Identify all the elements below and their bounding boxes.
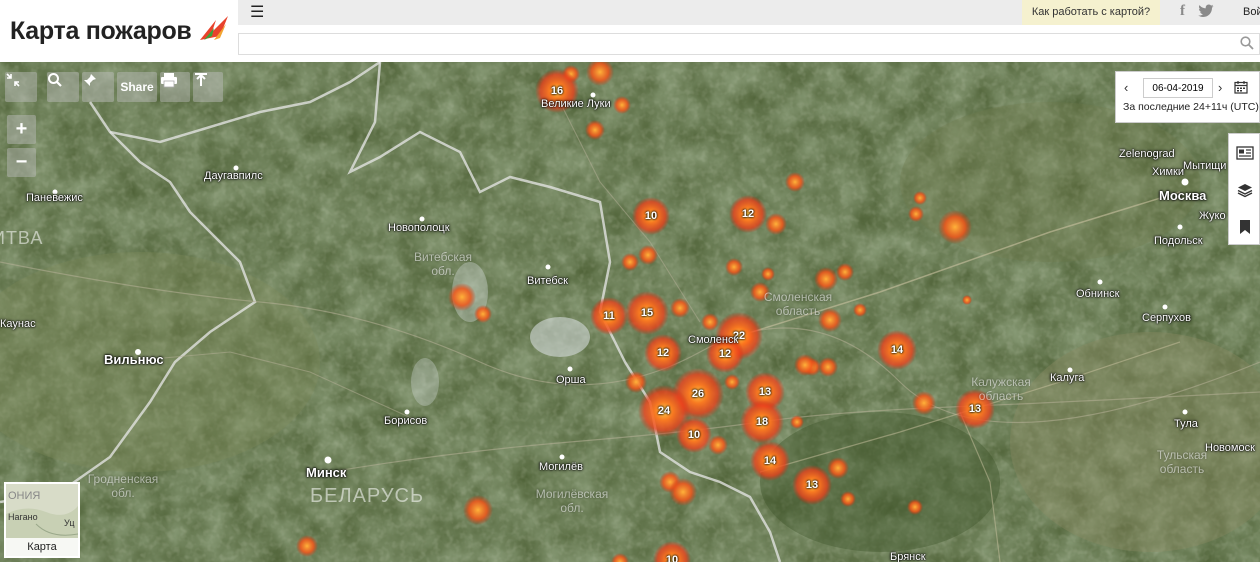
- minimap-region-label: ОНИЯ: [8, 490, 41, 502]
- bookmark-button[interactable]: [1229, 208, 1260, 245]
- region-label: Витебская обл.: [413, 250, 473, 278]
- layers-icon: [1237, 183, 1253, 197]
- minimap-city-label: Уц: [64, 518, 75, 528]
- pin-icon: [84, 74, 96, 86]
- city-label: Обнинск: [1076, 288, 1120, 300]
- city-label: Борисов: [384, 415, 428, 427]
- header: Карта пожаров ☰ Как работать с картой? f…: [0, 0, 1260, 62]
- city-label: Тула: [1174, 418, 1198, 430]
- printer-icon: [161, 73, 177, 88]
- city-label: Каунас: [0, 318, 36, 330]
- country-label: ИТВА: [0, 228, 44, 248]
- region-label: Калужская область: [971, 375, 1031, 403]
- date-panel: ‹ › За последние 24+11ч (UTC): [1115, 71, 1260, 123]
- layers-button[interactable]: [1229, 171, 1260, 208]
- region-label: Смоленская область: [763, 290, 833, 318]
- bookmark-icon: [1240, 219, 1250, 234]
- region-label: Могилёвская обл.: [535, 487, 609, 515]
- period-text: За последние 24+11ч (UTC): [1123, 101, 1259, 113]
- logo-text: Карта пожаров: [10, 16, 192, 45]
- upload-icon: [195, 73, 207, 86]
- city-label: Брянск: [890, 551, 926, 562]
- top-bar: ☰ Как работать с картой? f Войти: [238, 0, 1260, 25]
- city-label: Смоленск: [688, 334, 739, 346]
- city-label: Новополоцк: [388, 222, 450, 234]
- city-label: Великие Луки: [541, 98, 611, 110]
- collapse-icon: [6, 73, 20, 87]
- print-button[interactable]: [160, 72, 190, 102]
- country-label: БЕЛАРУСЬ: [310, 485, 425, 507]
- share-button[interactable]: Share: [117, 72, 157, 102]
- satellite-map-background: [0, 62, 1260, 562]
- city-label: Калуга: [1050, 372, 1085, 384]
- side-panel: [1228, 133, 1260, 245]
- login-link[interactable]: Войти: [1243, 0, 1260, 25]
- city-label: Орша: [556, 374, 586, 386]
- city-label: Даугавпилс: [204, 170, 263, 182]
- zoom-in-button[interactable]: +: [7, 115, 36, 144]
- city-label: Zelenograd: [1119, 148, 1175, 160]
- city-label: Витебск: [527, 275, 568, 287]
- search-map-button[interactable]: [47, 72, 79, 102]
- city-label: Мытищи: [1183, 160, 1227, 172]
- chevron-right-icon[interactable]: ›: [1218, 80, 1222, 95]
- news-button[interactable]: [1229, 134, 1260, 171]
- newspaper-icon: [1236, 145, 1254, 160]
- city-label: Серпухов: [1142, 312, 1191, 324]
- facebook-icon[interactable]: f: [1180, 3, 1185, 20]
- fullscreen-button[interactable]: [5, 72, 37, 102]
- city-label: Химки: [1152, 166, 1185, 178]
- fire-map[interactable]: 16 10 12 11 15 22 12 12 14 26 24 13 18 1…: [0, 62, 1260, 562]
- magnifier-icon: [48, 73, 62, 87]
- hamburger-menu-icon[interactable]: ☰: [250, 3, 280, 23]
- city-label: Могилёв: [539, 461, 583, 473]
- twitter-icon[interactable]: [1198, 4, 1214, 18]
- minimap[interactable]: ОНИЯ Нагано Уц Карта: [4, 482, 80, 558]
- city-label: Подольск: [1154, 235, 1203, 247]
- city-label: Москва: [1159, 188, 1207, 203]
- city-label: Вильнюс: [104, 352, 164, 367]
- chevron-left-icon[interactable]: ‹: [1124, 80, 1128, 95]
- logo[interactable]: Карта пожаров: [0, 0, 238, 62]
- flame-logo-icon: [199, 16, 228, 40]
- region-label: Гродненская обл.: [87, 472, 159, 500]
- search-icon[interactable]: [1240, 36, 1254, 50]
- city-label: Паневежис: [26, 192, 83, 204]
- help-link[interactable]: Как работать с картой?: [1022, 0, 1160, 25]
- pin-button[interactable]: [82, 72, 114, 102]
- city-label: Жуко: [1199, 210, 1226, 222]
- region-label: Тульская область: [1156, 448, 1208, 476]
- minimap-label: Карта: [6, 538, 78, 556]
- upload-button[interactable]: [193, 72, 223, 102]
- date-input[interactable]: [1143, 78, 1213, 98]
- city-label: Минск: [306, 465, 347, 480]
- calendar-icon[interactable]: [1234, 80, 1248, 94]
- minimap-city-label: Нагано: [8, 512, 38, 522]
- zoom-out-button[interactable]: −: [7, 148, 36, 177]
- search-input[interactable]: [238, 33, 1260, 55]
